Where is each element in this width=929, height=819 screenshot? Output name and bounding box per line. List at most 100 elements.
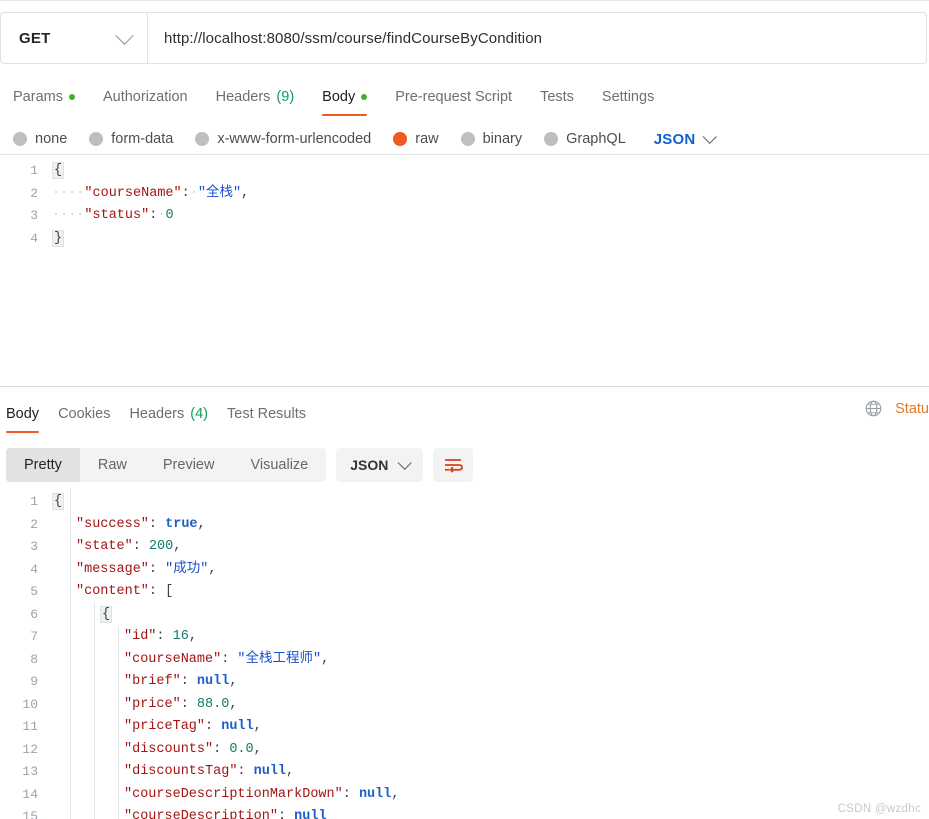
code-line: 14 "courseDescriptionMarkDown": null,: [0, 784, 929, 807]
request-url-input[interactable]: http://localhost:8080/ssm/course/findCou…: [148, 13, 926, 63]
request-tab-label: Tests: [540, 89, 574, 105]
line-number: 9: [30, 674, 38, 689]
response-divider: [0, 386, 929, 387]
code-token: ····: [52, 208, 85, 223]
response-view-preview[interactable]: Preview: [145, 448, 233, 482]
request-url-bar: GET http://localhost:8080/ssm/course/fin…: [0, 12, 927, 64]
line-number: 8: [30, 651, 38, 667]
request-tab-settings[interactable]: Settings: [602, 89, 668, 116]
code-token: null: [294, 809, 327, 819]
code-line: 2 ····"courseName":·"全栈",: [0, 183, 929, 206]
response-tab-headers[interactable]: Headers (4): [129, 406, 217, 433]
code-token: ·: [189, 185, 198, 201]
code-text: "brief": null,: [52, 671, 929, 694]
response-view-pretty[interactable]: Pretty: [6, 448, 80, 482]
response-tab-label: Body: [6, 406, 40, 422]
chevron-down-icon: [703, 129, 718, 144]
chevron-down-icon: [398, 455, 413, 470]
code-token: true: [165, 516, 198, 532]
code-token: "message": [76, 561, 149, 577]
line-number: 1: [30, 494, 38, 509]
request-tab-authorization[interactable]: Authorization: [103, 89, 202, 116]
code-line: 1{: [0, 160, 929, 183]
radio-icon: [89, 132, 104, 146]
code-line: 9 "brief": null,: [0, 671, 929, 694]
line-number: 15: [22, 809, 38, 819]
watermark: CSDN @wzdhc: [837, 803, 921, 815]
http-method-selector[interactable]: GET: [1, 13, 148, 63]
request-tab-headers[interactable]: Headers (9): [216, 89, 309, 116]
wrap-lines-button[interactable]: [433, 448, 474, 482]
body-type-option-x-www-form-urlencoded[interactable]: x-www-form-urlencoded: [195, 131, 371, 147]
code-token: :: [148, 561, 166, 577]
code-token: ,: [208, 561, 217, 577]
response-format-select[interactable]: JSON: [336, 448, 424, 482]
code-text: {: [52, 604, 929, 627]
code-token: :: [132, 539, 149, 554]
response-body-editor[interactable]: 1{2 "success": true, 3 "state": 200, 4 "messa…: [0, 487, 929, 819]
response-tab-test-results[interactable]: Test Results: [227, 406, 315, 433]
request-tab-tests[interactable]: Tests: [540, 89, 588, 116]
request-tab-label: Settings: [601, 89, 655, 105]
line-number: 1: [30, 163, 38, 178]
code-token: ,: [253, 719, 262, 734]
code-token: :: [205, 719, 222, 734]
http-method-label: GET: [19, 29, 51, 47]
code-token: "price": [124, 696, 181, 712]
request-tab-params[interactable]: Params: [13, 89, 89, 116]
radio-icon: [460, 132, 475, 146]
modified-indicator-dot: [68, 94, 75, 100]
code-token: ,: [188, 629, 197, 644]
postman-window: GET http://localhost:8080/ssm/course/fin…: [0, 0, 929, 819]
code-token: "success": [76, 516, 149, 532]
code-token: "全栈": [197, 185, 242, 201]
line-number: 7: [30, 629, 38, 644]
body-type-option-form-data[interactable]: form-data: [89, 131, 173, 147]
code-text: "state": 200,: [52, 536, 929, 559]
body-type-option-raw[interactable]: raw: [393, 131, 439, 147]
body-type-label: raw: [415, 131, 439, 147]
code-token: 200: [148, 539, 174, 554]
code-text: {: [52, 160, 929, 183]
code-token: null: [253, 764, 287, 779]
response-format-label: JSON: [350, 457, 389, 473]
body-type-label: GraphQL: [566, 131, 626, 147]
code-line: 1{: [0, 491, 929, 514]
code-token: :: [181, 185, 190, 201]
code-token: 0.0: [229, 741, 254, 757]
body-type-option-binary[interactable]: binary: [460, 131, 522, 147]
request-body-format-label: JSON: [653, 130, 696, 148]
line-number: 3: [30, 208, 38, 223]
active-tab-underline: [322, 113, 368, 116]
request-tab-label: Params: [13, 89, 63, 105]
request-body-format-select[interactable]: JSON: [653, 129, 718, 148]
code-token: ,: [229, 674, 238, 689]
code-token: 16: [172, 629, 189, 644]
body-type-option-graphql[interactable]: GraphQL: [544, 131, 626, 147]
radio-icon: [13, 132, 27, 146]
response-tab-count: (4): [190, 406, 208, 422]
request-tab-body[interactable]: Body: [322, 89, 381, 116]
code-token: :: [180, 674, 197, 689]
body-type-option-none[interactable]: none: [13, 131, 67, 147]
code-token: :: [221, 651, 238, 667]
code-fold-marker: {: [52, 493, 65, 510]
response-tab-label: Headers: [129, 406, 185, 422]
line-number: 2: [30, 185, 38, 201]
top-divider: [0, 0, 929, 1]
code-text: "content": [: [52, 581, 929, 604]
code-token: "discounts": [124, 741, 214, 757]
request-body-editor[interactable]: 1{2 ····"courseName":·"全栈", 3 ····"status":…: [0, 154, 929, 355]
response-tab-cookies[interactable]: Cookies: [58, 406, 119, 433]
code-line: 8 "courseName": "全栈工程师",: [0, 649, 929, 672]
request-tab-pre-request-script[interactable]: Pre-request Script: [395, 89, 526, 116]
code-token: "courseDescription": [124, 809, 278, 819]
code-line: 3 ····"status":·0: [0, 205, 929, 228]
code-token: "courseName": [84, 185, 182, 201]
response-view-raw[interactable]: Raw: [80, 448, 145, 482]
modified-indicator-dot: [361, 94, 368, 100]
response-view-visualize[interactable]: Visualize: [232, 448, 326, 482]
response-tab-label: Cookies: [58, 406, 111, 422]
code-token: ,: [197, 516, 206, 532]
response-tab-body[interactable]: Body: [6, 406, 48, 433]
